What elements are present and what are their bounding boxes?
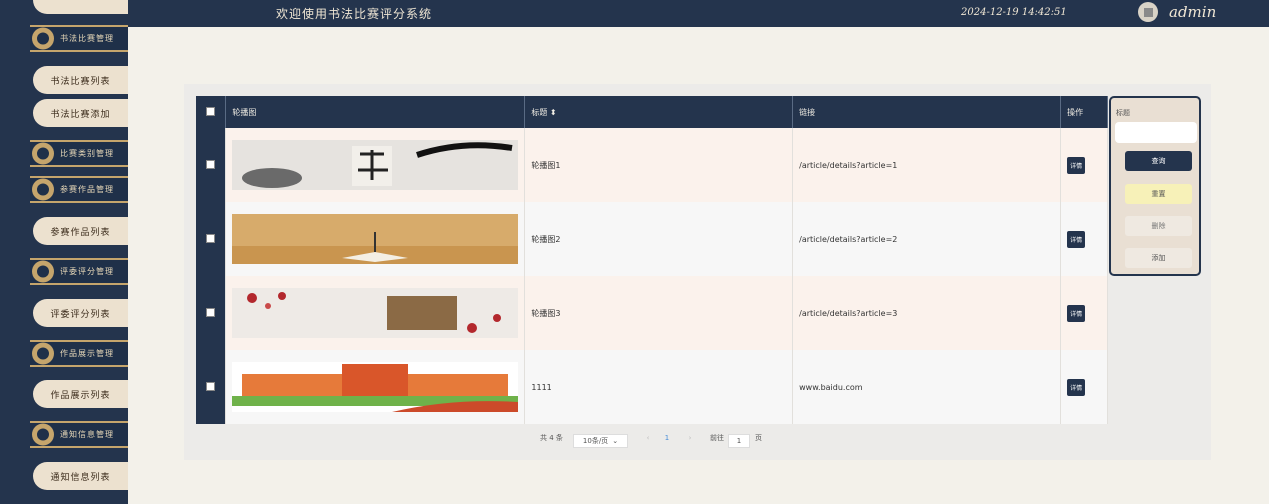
link-cell: /article/details?article=1 <box>792 128 1062 202</box>
col-image: 轮播图 <box>225 96 526 128</box>
sidebar-menu-category[interactable]: 比赛类别管理 <box>30 140 128 167</box>
ornament-icon <box>32 178 54 201</box>
query-button[interactable]: 查询 <box>1125 151 1192 171</box>
sidebar-item-scoring-list[interactable]: 评委评分列表 <box>33 299 128 327</box>
row-select-cell <box>196 276 227 350</box>
sidebar-item-entries-list[interactable]: 参赛作品列表 <box>33 217 128 245</box>
table-row: 1111 www.baidu.com 详情 <box>196 350 1108 424</box>
ornament-icon <box>32 27 54 50</box>
action-cell: 详情 <box>1060 276 1108 350</box>
col-link: 链接 <box>792 96 1062 128</box>
search-input[interactable] <box>1115 122 1197 143</box>
search-panel: 标题 查询 重置 删除 添加 <box>1109 96 1201 276</box>
avatar-icon <box>1143 7 1153 17</box>
detail-button[interactable]: 详情 <box>1067 378 1086 396</box>
banner-image <box>232 214 519 264</box>
sidebar-menu-entries[interactable]: 参赛作品管理 <box>30 176 128 203</box>
ornament-icon <box>32 142 54 165</box>
image-cell <box>225 276 526 350</box>
search-label: 标题 <box>1116 109 1130 117</box>
select-all-checkbox[interactable] <box>206 106 216 116</box>
detail-button[interactable]: 详情 <box>1067 304 1086 322</box>
detail-button[interactable]: 详情 <box>1067 230 1086 248</box>
chevron-down-icon: ⌄ <box>612 437 619 445</box>
table-row: 轮播图3 /article/details?article=3 详情 <box>196 276 1108 350</box>
ornament-icon <box>32 342 54 365</box>
col-action: 操作 <box>1060 96 1108 128</box>
pagination-total: 共 4 条 <box>540 434 563 442</box>
goto-prefix: 前往 <box>710 434 724 442</box>
action-cell: 详情 <box>1060 202 1108 276</box>
delete-button[interactable]: 删除 <box>1125 216 1192 236</box>
sidebar-item-showcase-list[interactable]: 作品展示列表 <box>33 380 128 408</box>
title-cell: 轮播图1 <box>524 128 794 202</box>
sidebar-item-contest-add[interactable]: 书法比赛添加 <box>33 99 128 127</box>
image-cell <box>225 128 526 202</box>
sidebar-item-partial[interactable] <box>33 0 128 14</box>
data-table: 轮播图 标题 ⬍ 链接 操作 轮播图1 /article/details?art… <box>196 96 1108 424</box>
ornament-icon <box>32 423 54 446</box>
top-bar: 欢迎使用书法比赛评分系统 2024-12-19 14:42:51 admin <box>128 0 1269 27</box>
row-checkbox[interactable] <box>206 307 216 317</box>
banner-image <box>232 140 519 190</box>
row-checkbox[interactable] <box>206 159 216 169</box>
sidebar-item-notice-list[interactable]: 通知信息列表 <box>33 462 128 490</box>
page-size-select[interactable]: 10条/页 ⌄ <box>573 434 628 448</box>
page-title: 欢迎使用书法比赛评分系统 <box>276 7 433 21</box>
row-select-cell <box>196 350 227 424</box>
row-select-cell <box>196 128 227 202</box>
action-cell: 详情 <box>1060 350 1108 424</box>
title-cell: 1111 <box>524 350 794 424</box>
table-row: 轮播图2 /article/details?article=2 详情 <box>196 202 1108 276</box>
link-cell: /article/details?article=3 <box>792 276 1062 350</box>
row-checkbox[interactable] <box>206 233 216 243</box>
sidebar-menu-scoring[interactable]: 评委评分管理 <box>30 258 128 285</box>
goto-page-input[interactable]: 1 <box>728 434 750 448</box>
sidebar-item-contest-list[interactable]: 书法比赛列表 <box>33 66 128 94</box>
reset-button[interactable]: 重置 <box>1125 184 1192 204</box>
link-cell: www.baidu.com <box>792 350 1062 424</box>
current-page[interactable]: 1 <box>660 434 674 442</box>
avatar[interactable] <box>1138 2 1158 22</box>
select-all-cell <box>196 96 227 128</box>
banner-image <box>232 362 519 412</box>
image-cell <box>225 202 526 276</box>
title-cell: 轮播图3 <box>524 276 794 350</box>
image-cell <box>225 350 526 424</box>
action-cell: 详情 <box>1060 128 1108 202</box>
table-header-row: 轮播图 标题 ⬍ 链接 操作 <box>196 96 1108 128</box>
add-button[interactable]: 添加 <box>1125 248 1192 268</box>
banner-image <box>232 288 519 338</box>
link-cell: /article/details?article=2 <box>792 202 1062 276</box>
ornament-icon <box>32 260 54 283</box>
title-cell: 轮播图2 <box>524 202 794 276</box>
clock: 2024-12-19 14:42:51 <box>961 7 1067 18</box>
sidebar-menu-contest[interactable]: 书法比赛管理 <box>30 25 128 52</box>
sidebar-menu-notice[interactable]: 通知信息管理 <box>30 421 128 448</box>
sidebar: 书法比赛管理 书法比赛列表 书法比赛添加 比赛类别管理 参赛作品管理 参赛作品列… <box>0 0 128 504</box>
username[interactable]: admin <box>1169 3 1216 21</box>
table-row: 轮播图1 /article/details?article=1 详情 <box>196 128 1108 202</box>
detail-button[interactable]: 详情 <box>1067 156 1086 174</box>
goto-suffix: 页 <box>755 434 762 442</box>
sidebar-menu-showcase[interactable]: 作品展示管理 <box>30 340 128 367</box>
row-checkbox[interactable] <box>206 381 216 391</box>
col-title[interactable]: 标题 ⬍ <box>524 96 794 128</box>
row-select-cell <box>196 202 227 276</box>
prev-page-button[interactable]: ‹ <box>642 434 654 442</box>
next-page-button[interactable]: › <box>684 434 696 442</box>
